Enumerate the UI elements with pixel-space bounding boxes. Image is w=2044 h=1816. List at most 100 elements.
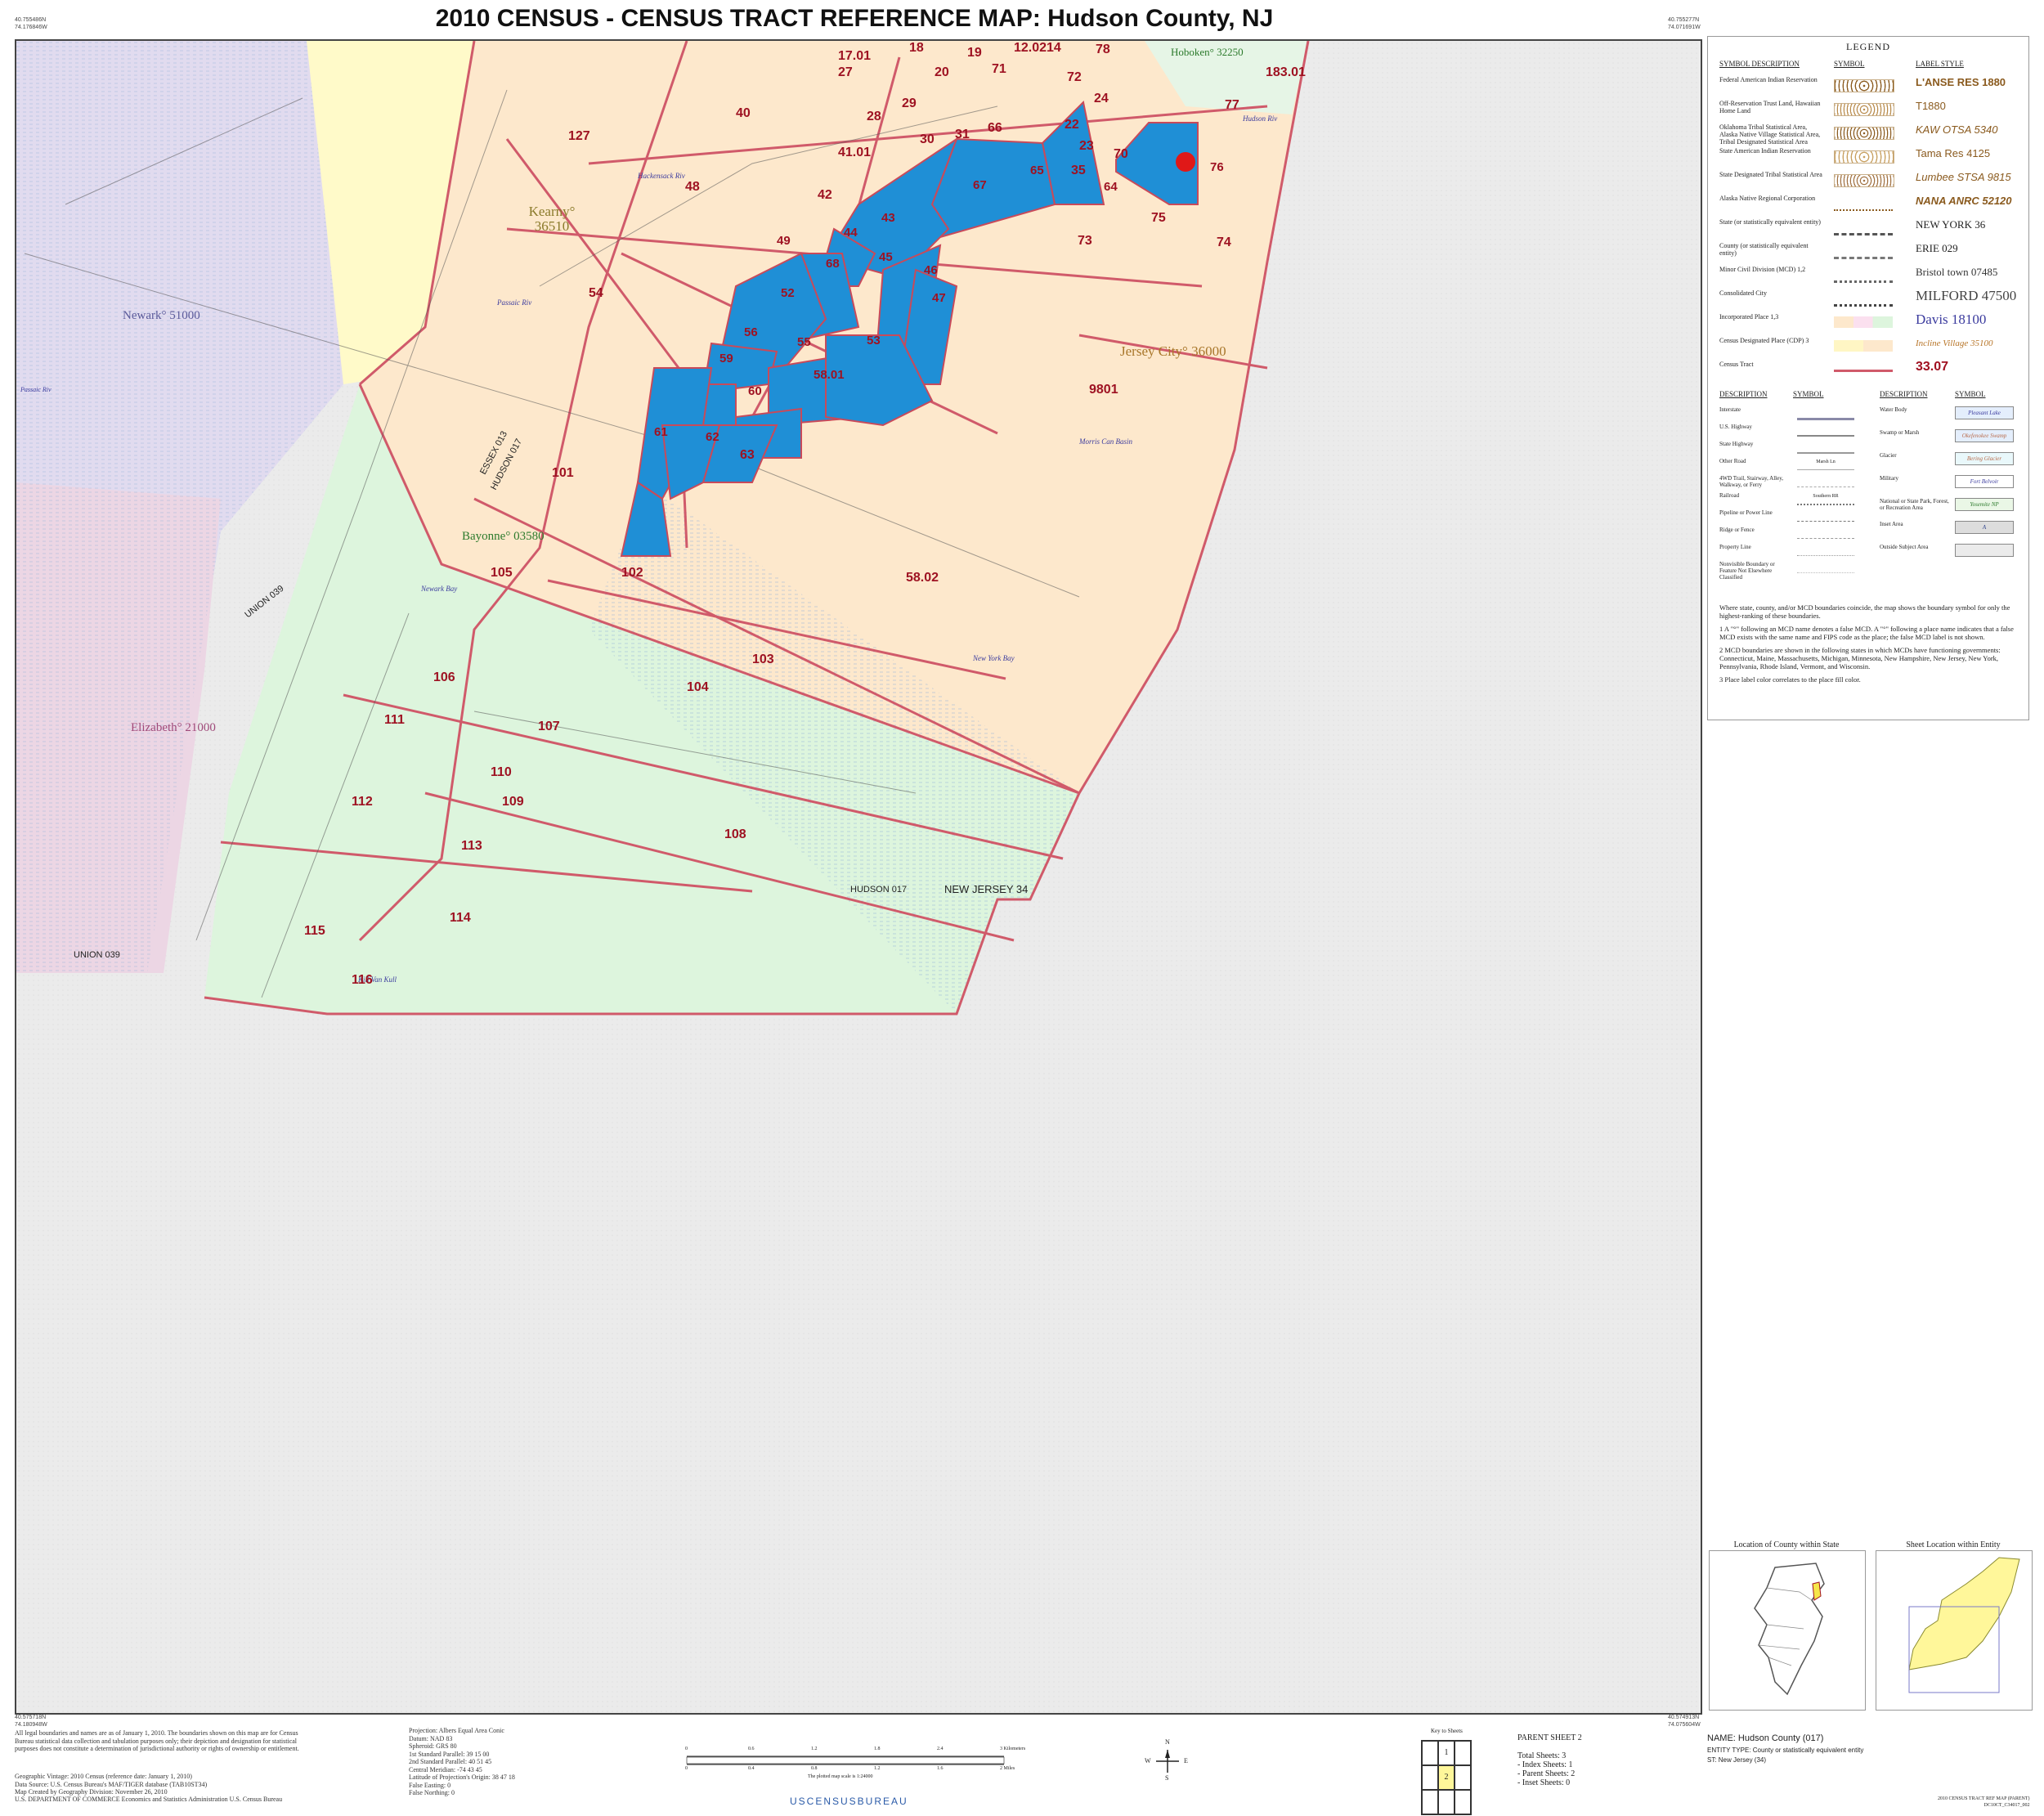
legend-line-row: Railroad Southern RR (1719, 492, 1867, 509)
legend-area-desc: Glacier (1880, 452, 1897, 459)
tract-label: 112 (352, 795, 373, 809)
corner-lon: 74.180948W (15, 1722, 47, 1728)
tract-label: 41.01 (838, 146, 872, 159)
legend-symbol-icon (1834, 198, 1893, 211)
legend-row-desc: State Designated Tribal Statistical Area (1719, 171, 1822, 178)
legend-line-desc: 4WD Trail, Stairway, Alley, Walkway, or … (1719, 475, 1784, 488)
legend-row-desc: Census Tract (1719, 361, 1754, 368)
county-label-union-bottom: UNION 039 (74, 950, 120, 960)
compass-w: W (1145, 1757, 1151, 1764)
legend-row-desc: Minor Civil Division (MCD) 1,2 (1719, 266, 1806, 273)
legend-row-desc: Off-Reservation Trust Land, Hawaiian Hom… (1719, 100, 1821, 114)
legend-row: State American Indian Reservation Tama Re… (1719, 147, 2022, 167)
tract-label: 106 (433, 670, 455, 684)
legend-row-style: NEW YORK 36 (1916, 218, 1986, 231)
tract-label: 75 (1151, 211, 1166, 225)
legend-row-style: L'ANSE RES 1880 (1916, 76, 2006, 88)
tract-label: 31 (955, 128, 970, 141)
map-canvas (16, 41, 1701, 1713)
map-id-block: 2010 CENSUS TRACT REF MAP (PARENT) DC10C… (1938, 1796, 2030, 1809)
legend-row: Minor Civil Division (MCD) 1,2 Bristol to… (1719, 266, 2022, 285)
legend-symbol-icon (1834, 127, 1894, 140)
sheet-totals: Total Sheets: 3 - Index Sheets: 1 - Pare… (1517, 1751, 1575, 1787)
legend-line-icon: Southern RR (1797, 494, 1854, 505)
legend-area-desc: Outside Subject Area (1880, 544, 1929, 550)
tract-label: 115 (304, 924, 325, 938)
scale-bar: 0 0.6 1.2 1.8 2.4 3 Kilometers 0 0.4 0.8 1.2 1.6 2… (685, 1746, 1025, 1782)
tract-label: 110 (491, 765, 512, 779)
legend-line-desc: Pipeline or Power Line (1719, 509, 1773, 516)
tract-label: 64 (1104, 180, 1118, 194)
key-cell-empty (1422, 1741, 1438, 1765)
tract-label: 71 (992, 62, 1006, 76)
legend-note: 3 Place label color correlates to the pl… (1719, 675, 1861, 684)
compass-n: N (1165, 1738, 1170, 1746)
legend-row: State Designated Tribal Statistical Area… (1719, 171, 2022, 191)
tract-label: 58.01 (814, 368, 845, 382)
legend-area-row: Swamp or Marsh Okefenokee Swamp (1880, 429, 2027, 446)
legend-line-icon (1797, 563, 1854, 573)
tract-label: 66 (988, 121, 1002, 135)
legend-symbol-icon (1834, 150, 1894, 164)
legend-header-desc: SYMBOL DESCRIPTION (1719, 60, 1800, 68)
inset-left-title: Location of County within State (1733, 1540, 1840, 1549)
tract-label: 113 (461, 839, 482, 853)
legend-line-icon (1797, 442, 1854, 454)
key-cell-empty (1438, 1790, 1455, 1814)
corner-lat: 40.755277N (1668, 17, 1700, 23)
legend-row-desc: Incorporated Place 1,3 (1719, 313, 1779, 321)
projection-line: False Northing: 0 (409, 1789, 455, 1796)
compass-icon: N S E W (1145, 1738, 1188, 1782)
legend-area-row: Water Body Pleasant Lake (1880, 406, 2027, 423)
projection-line: False Easting: 0 (409, 1781, 451, 1789)
legend-area-desc: Military (1880, 475, 1898, 482)
legend-area-row: Military Fort Belvoir (1880, 475, 2027, 491)
place-label-elizabeth: Elizabeth° 21000 (131, 721, 216, 734)
key-cell-2[interactable]: 2 (1438, 1765, 1455, 1790)
inset-state-map (1709, 1550, 1866, 1711)
tract-label: 65 (1030, 164, 1044, 177)
scale-tick-label: 0.4 (748, 1766, 755, 1771)
legend-symbol-icon (1834, 103, 1894, 116)
key-cell-1[interactable]: 1 (1438, 1741, 1455, 1765)
marker-dot[interactable] (1176, 152, 1195, 172)
tract-label: 52 (781, 286, 795, 300)
tract-label: 30 (920, 132, 935, 146)
legend-symbol-icon (1834, 316, 1893, 328)
legend-line-row: State Highway (1719, 441, 1867, 457)
tract-label: 23 (1079, 139, 1094, 153)
place-label-bayonne: Bayonne° 03580 (462, 530, 545, 543)
compass-e: E (1184, 1757, 1188, 1764)
tract-label: 116 (352, 973, 373, 987)
vintage-line: Geographic Vintage: 2010 Census (referen… (15, 1773, 192, 1780)
legend-symbol-icon (1834, 174, 1894, 187)
legend-line-row: Other Road Marsh Ln (1719, 458, 1867, 474)
legend-header2-desc-right: DESCRIPTION (1880, 390, 1928, 398)
tract-label: 78 (1096, 43, 1110, 56)
tract-label: 76 (1210, 160, 1224, 174)
tract-label: 101 (552, 466, 574, 480)
vintage-block: Geographic Vintage: 2010 Census (referen… (15, 1773, 317, 1796)
tract-label: 102 (621, 566, 643, 580)
tract-label: 58.02 (906, 571, 939, 585)
scale-tick-label: 0 (685, 1766, 688, 1771)
place-label-newark: Newark° 51000 (123, 309, 200, 322)
legend-line-desc: Railroad (1719, 492, 1740, 499)
legend-line-row: Interstate (1719, 406, 1867, 423)
legend-note: 1 A "°" following an MCD name denotes a … (1719, 625, 2014, 641)
map-area[interactable]: Kearny° 36510 Newark° 51000 Hoboken° 322… (15, 39, 1702, 1715)
map-title: 2010 CENSUS - CENSUS TRACT REFERENCE MAP… (435, 5, 1274, 32)
entity-type: ENTITY TYPE: County or statistically equ… (1707, 1746, 1864, 1754)
scale-tick-label: 2.4 (937, 1746, 944, 1751)
legend-row: Off-Reservation Trust Land, Hawaiian Hom… (1719, 100, 2022, 119)
water-label: Passaic Riv (20, 386, 52, 393)
water-label: Hackensack Riv (638, 172, 685, 180)
tract-label: 104 (687, 680, 709, 694)
legend-header2-symbol: SYMBOL (1793, 390, 1824, 398)
tract-label: 56 (744, 325, 758, 339)
legend-area-desc: Water Body (1880, 406, 1907, 413)
sheet-total-line: - Index Sheets: 1 (1517, 1760, 1573, 1769)
water-label: Morris Can Basin (1079, 437, 1133, 446)
legend-area-swatch: Okefenokee Swamp (1955, 429, 2014, 442)
tract-label: 127 (568, 129, 590, 143)
